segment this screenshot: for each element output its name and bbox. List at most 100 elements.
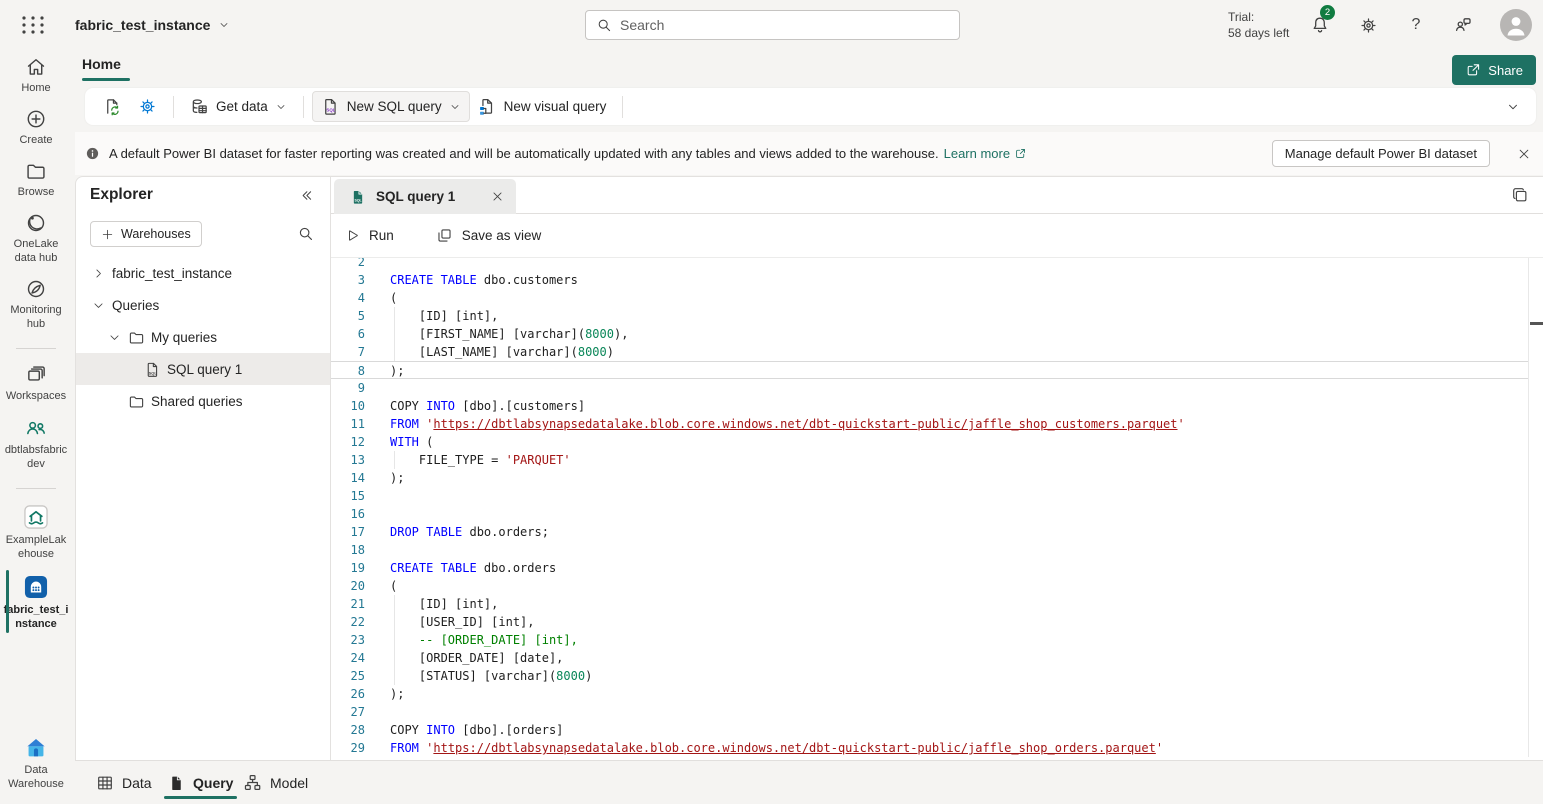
view-tab-query[interactable]: Query: [168, 761, 233, 804]
code-line[interactable]: 15: [331, 487, 1528, 505]
rail-item-browse[interactable]: Browse: [0, 160, 72, 199]
tree-item-sql-query-1[interactable]: SQLSQL query 1: [76, 353, 330, 385]
code-line[interactable]: 7 [LAST_NAME] [varchar](8000): [331, 343, 1528, 361]
search-placeholder: Search: [620, 17, 664, 33]
query-tab[interactable]: SQL SQL query 1: [334, 179, 516, 214]
line-number: 24: [331, 649, 365, 667]
code-line[interactable]: 17DROP TABLE dbo.orders;: [331, 523, 1528, 541]
browse-icon: [25, 160, 47, 182]
tree-item-my-queries[interactable]: My queries: [76, 321, 330, 353]
new-warehouses-button[interactable]: Warehouses: [90, 221, 202, 247]
code-line[interactable]: 19CREATE TABLE dbo.orders: [331, 559, 1528, 577]
rail-item-home[interactable]: Home: [0, 56, 72, 95]
code-line[interactable]: 9: [331, 379, 1528, 397]
code-line[interactable]: 18: [331, 541, 1528, 559]
chevron-right-icon[interactable]: [90, 265, 106, 281]
run-button[interactable]: Run: [345, 228, 394, 243]
code-line[interactable]: 26);: [331, 685, 1528, 703]
code-line[interactable]: 25 [STATUS] [varchar](8000): [331, 667, 1528, 685]
code-line[interactable]: 23 -- [ORDER_DATE] [int],: [331, 631, 1528, 649]
code-line[interactable]: 13 FILE_TYPE = 'PARQUET': [331, 451, 1528, 469]
lakehouse-icon: [23, 504, 49, 530]
rail-item-create[interactable]: Create: [0, 108, 72, 147]
refresh-button[interactable]: [95, 92, 130, 121]
code-line[interactable]: 5 [ID] [int],: [331, 307, 1528, 325]
line-number: 3: [331, 271, 365, 289]
chevron-down-icon[interactable]: [90, 297, 106, 313]
help-button[interactable]: ?: [1404, 13, 1428, 37]
folder-icon: [128, 393, 145, 410]
code-line[interactable]: 28COPY INTO [dbo].[orders]: [331, 721, 1528, 739]
model-icon: [243, 773, 262, 792]
sql-editor[interactable]: 23CREATE TABLE dbo.customers4(5 [ID] [in…: [331, 258, 1543, 757]
settings-button[interactable]: [1356, 13, 1380, 37]
save-as-view-button[interactable]: Save as view: [436, 227, 542, 244]
tree-item-shared-queries[interactable]: Shared queries: [76, 385, 330, 417]
editor-overview-ruler[interactable]: [1528, 258, 1543, 757]
code-line[interactable]: 2: [331, 258, 1528, 271]
code-line[interactable]: 20(: [331, 577, 1528, 595]
visual-query-icon: [478, 97, 497, 116]
line-number: 27: [331, 703, 365, 721]
manage-default-dataset-button[interactable]: Manage default Power BI dataset: [1272, 140, 1490, 167]
explorer-search-button[interactable]: [297, 225, 314, 242]
overlapping-squares-icon: [436, 227, 453, 244]
query-settings-button[interactable]: [130, 92, 165, 121]
rail-item-examplelakehouse[interactable]: ExampleLakehouse: [0, 504, 72, 561]
gear-blue-icon: [138, 97, 157, 116]
workspace-switcher[interactable]: fabric_test_instance: [75, 0, 230, 50]
tree-item-fabric-test-instance[interactable]: fabric_test_instance: [76, 257, 330, 289]
code-line[interactable]: 6 [FIRST_NAME] [varchar](8000),: [331, 325, 1528, 343]
code-line[interactable]: 10COPY INTO [dbo].[customers]: [331, 397, 1528, 415]
code-line[interactable]: 27: [331, 703, 1528, 721]
banner-close-button[interactable]: [1517, 147, 1531, 161]
close-tab-button[interactable]: [491, 190, 504, 203]
chevron-down-icon[interactable]: [106, 329, 122, 345]
collapse-panel-button[interactable]: [299, 188, 314, 203]
tab-home[interactable]: Home: [82, 56, 121, 72]
line-number: 28: [331, 721, 365, 739]
new-sql-query-button[interactable]: SQL New SQL query: [312, 91, 470, 122]
account-avatar[interactable]: [1500, 9, 1532, 41]
code-line[interactable]: 24 [ORDER_DATE] [date],: [331, 649, 1528, 667]
code-line[interactable]: 21 [ID] [int],: [331, 595, 1528, 613]
rail-item-dbtlabsfabricdev[interactable]: dbtlabsfabricdev: [0, 416, 72, 471]
code-line[interactable]: 22 [USER_ID] [int],: [331, 613, 1528, 631]
line-number: 19: [331, 559, 365, 577]
rail-item-data-warehouse[interactable]: Data Warehouse: [0, 736, 72, 791]
rail-item-fabric-test-instance[interactable]: fabric_test_instance: [0, 574, 72, 631]
workspace-name: fabric_test_instance: [75, 17, 210, 33]
ribbon-tab-row: Home Share: [75, 50, 1543, 88]
grid-icon: [96, 774, 114, 792]
rail-item-onelake-data-hub[interactable]: OneLake data hub: [0, 212, 72, 265]
line-number: 20: [331, 577, 365, 595]
line-number: 23: [331, 631, 365, 649]
app-launcher-icon[interactable]: [20, 14, 48, 36]
get-data-button[interactable]: Get data: [182, 92, 295, 121]
code-line[interactable]: 8);: [331, 361, 1528, 379]
explorer-tree: fabric_test_instanceQueriesMy queriesSQL…: [76, 257, 330, 417]
feedback-button[interactable]: [1451, 13, 1475, 37]
tree-item-queries[interactable]: Queries: [76, 289, 330, 321]
code-line[interactable]: 3CREATE TABLE dbo.customers: [331, 271, 1528, 289]
code-line[interactable]: 12WITH (: [331, 433, 1528, 451]
code-line[interactable]: 29FROM 'https://dbtlabsynapsedatalake.bl…: [331, 739, 1528, 757]
person-icon: [1500, 9, 1532, 41]
view-tab-data[interactable]: Data: [96, 761, 152, 804]
line-number: 25: [331, 667, 365, 685]
close-icon: [491, 190, 504, 203]
share-button[interactable]: Share: [1452, 55, 1536, 85]
rail-item-workspaces[interactable]: Workspaces: [0, 364, 72, 403]
line-number: 22: [331, 613, 365, 631]
view-tab-model[interactable]: Model: [243, 761, 308, 804]
search-input[interactable]: Search: [585, 10, 960, 40]
copy-button[interactable]: [1511, 186, 1529, 204]
code-line[interactable]: 16: [331, 505, 1528, 523]
code-line[interactable]: 14);: [331, 469, 1528, 487]
learn-more-link[interactable]: Learn more: [944, 146, 1027, 161]
rail-item-monitoring-hub[interactable]: Monitoring hub: [0, 278, 72, 331]
new-visual-query-button[interactable]: New visual query: [470, 92, 615, 121]
toolbar-expand-button[interactable]: [1506, 100, 1520, 114]
code-line[interactable]: 11FROM 'https://dbtlabsynapsedatalake.bl…: [331, 415, 1528, 433]
code-line[interactable]: 4(: [331, 289, 1528, 307]
